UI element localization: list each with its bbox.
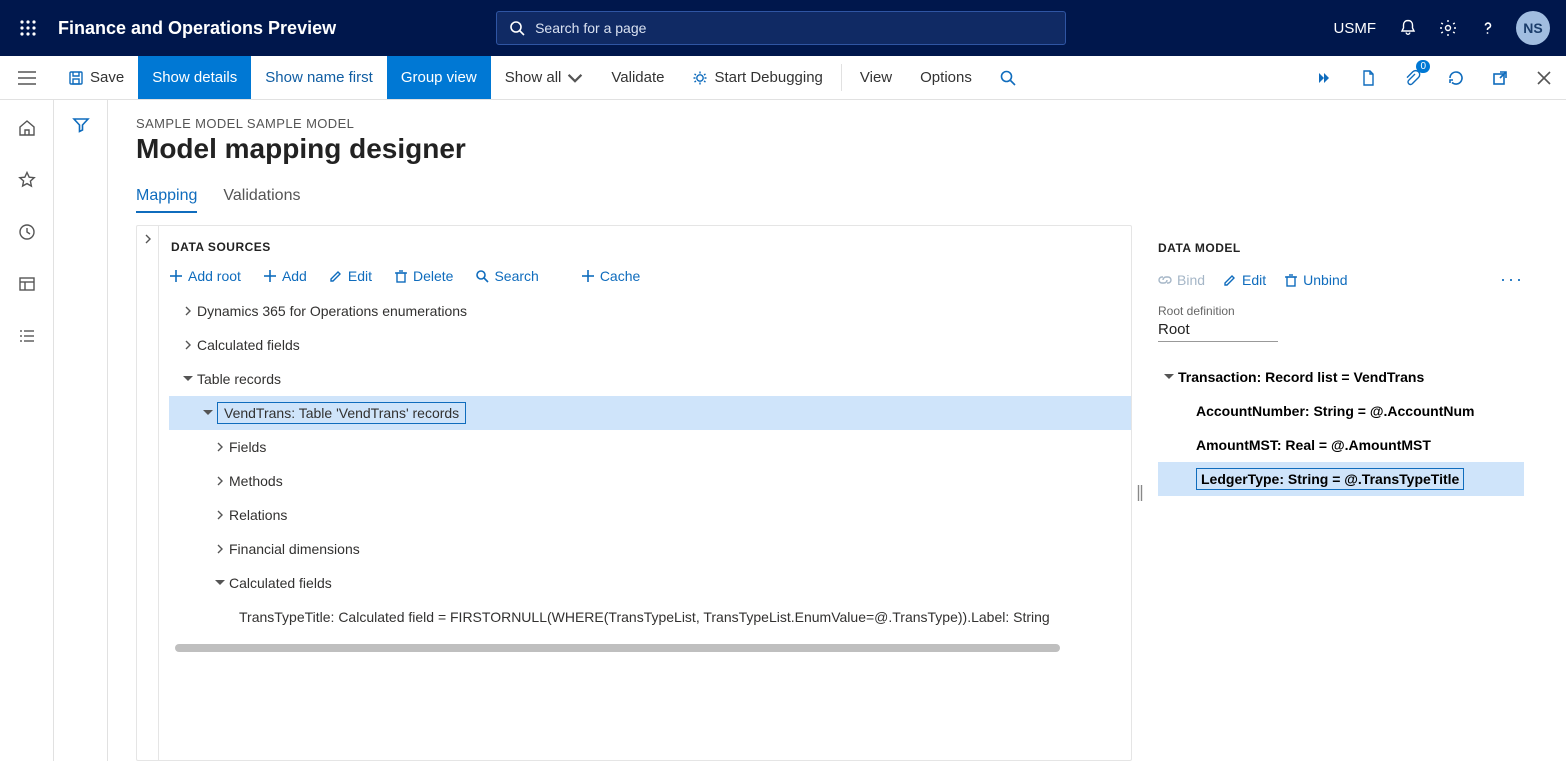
chevron-down-icon <box>179 375 197 383</box>
tree-node-vendtrans[interactable]: VendTrans: Table 'VendTrans' records <box>169 396 1131 430</box>
chevron-right-icon <box>211 442 229 452</box>
content-tabs: Mapping Validations <box>136 187 1542 213</box>
start-debugging-button[interactable]: Start Debugging <box>678 56 836 99</box>
dm-node-accountnumber[interactable]: AccountNumber: String = @.AccountNum <box>1158 394 1524 428</box>
chevron-down-icon <box>211 579 229 587</box>
group-view-button[interactable]: Group view <box>387 56 491 99</box>
more-actions-icon[interactable]: ··· <box>1500 269 1524 290</box>
cache-button[interactable]: Cache <box>581 268 640 284</box>
user-avatar[interactable]: NS <box>1516 11 1550 45</box>
edit-button[interactable]: Edit <box>329 268 372 284</box>
tree-node-methods[interactable]: Methods <box>169 464 1131 498</box>
tree-node-calc-fields-child[interactable]: Calculated fields <box>169 566 1131 600</box>
horizontal-scrollbar[interactable] <box>175 644 1060 652</box>
data-source-types-collapsed-handle[interactable] <box>137 226 159 760</box>
add-root-button[interactable]: Add root <box>169 268 241 284</box>
find-icon[interactable] <box>986 56 1030 99</box>
tree-node-fin-dim[interactable]: Financial dimensions <box>169 532 1131 566</box>
app-launcher-icon[interactable] <box>8 8 48 48</box>
home-icon[interactable] <box>15 116 39 140</box>
validate-button[interactable]: Validate <box>597 56 678 99</box>
data-model-panel: DATA MODEL Bind Edit Unbind ··· Root def… <box>1148 225 1542 761</box>
tree-node-fields[interactable]: Fields <box>169 430 1131 464</box>
search-placeholder: Search for a page <box>535 20 646 36</box>
chevron-down-icon <box>199 409 217 417</box>
unbind-button[interactable]: Unbind <box>1284 272 1347 288</box>
dm-node-amountmst[interactable]: AmountMST: Real = @.AmountMST <box>1158 428 1524 462</box>
page-options-icon[interactable] <box>1346 56 1390 99</box>
search-icon <box>509 20 525 36</box>
popout-icon[interactable] <box>1478 56 1522 99</box>
chevron-down-icon <box>1160 373 1178 381</box>
legal-entity[interactable]: USMF <box>1334 20 1377 37</box>
tab-validations[interactable]: Validations <box>223 187 300 213</box>
close-icon[interactable] <box>1522 56 1566 99</box>
filter-pane <box>54 100 108 761</box>
show-all-dropdown[interactable]: Show all <box>491 56 598 99</box>
refresh-icon[interactable] <box>1434 56 1478 99</box>
splitter-handle[interactable] <box>1132 225 1148 761</box>
tree-node-transtypetitle[interactable]: TransTypeTitle: Calculated field = FIRST… <box>169 600 1131 634</box>
search-button[interactable]: Search <box>475 268 538 284</box>
settings-gear-icon[interactable] <box>1436 16 1460 40</box>
chevron-right-icon <box>211 544 229 554</box>
personalize-icon[interactable] <box>1302 56 1346 99</box>
command-bar: Save Show details Show name first Group … <box>0 56 1566 100</box>
page-title: Model mapping designer <box>136 133 1542 165</box>
data-sources-panel: DATA SOURCES Add root Add Edit Delete Se… <box>136 225 1132 761</box>
attachments-badge: 0 <box>1416 60 1430 73</box>
chevron-right-icon <box>179 306 197 316</box>
root-definition-value[interactable]: Root <box>1158 318 1278 342</box>
tree-node-table-records[interactable]: Table records <box>169 362 1131 396</box>
app-title: Finance and Operations Preview <box>58 18 336 39</box>
bind-button: Bind <box>1158 272 1205 288</box>
data-sources-tree: Dynamics 365 for Operations enumerations… <box>169 294 1131 634</box>
data-model-header: DATA MODEL <box>1158 241 1524 255</box>
dm-node-ledgertype[interactable]: LedgerType: String = @.TransTypeTitle <box>1158 462 1524 496</box>
delete-button[interactable]: Delete <box>394 268 453 284</box>
filter-icon[interactable] <box>72 116 90 761</box>
tab-mapping[interactable]: Mapping <box>136 187 197 213</box>
title-bar: Finance and Operations Preview Search fo… <box>0 0 1566 56</box>
show-name-first-button[interactable]: Show name first <box>251 56 387 99</box>
attachments-icon[interactable]: 0 <box>1390 56 1434 99</box>
data-sources-header: DATA SOURCES <box>169 240 1131 254</box>
tree-node-calc-fields-root[interactable]: Calculated fields <box>169 328 1131 362</box>
chevron-right-icon <box>211 476 229 486</box>
show-details-button[interactable]: Show details <box>138 56 251 99</box>
view-menu[interactable]: View <box>846 56 906 99</box>
dm-node-transaction[interactable]: Transaction: Record list = VendTrans <box>1158 360 1524 394</box>
root-definition-label: Root definition <box>1158 304 1524 318</box>
save-button[interactable]: Save <box>54 56 138 99</box>
options-menu[interactable]: Options <box>906 56 986 99</box>
help-icon[interactable] <box>1476 16 1500 40</box>
recent-icon[interactable] <box>15 220 39 244</box>
breadcrumb: SAMPLE MODEL SAMPLE MODEL <box>136 116 1542 131</box>
nav-toggle-icon[interactable] <box>0 56 54 99</box>
tree-node-enumerations[interactable]: Dynamics 365 for Operations enumerations <box>169 294 1131 328</box>
workspaces-icon[interactable] <box>15 272 39 296</box>
dm-edit-button[interactable]: Edit <box>1223 272 1266 288</box>
favorites-icon[interactable] <box>15 168 39 192</box>
data-model-tree: Transaction: Record list = VendTrans Acc… <box>1158 360 1524 496</box>
title-right-group: USMF NS <box>1334 11 1559 45</box>
search-input[interactable]: Search for a page <box>496 11 1066 45</box>
chevron-right-icon <box>211 510 229 520</box>
chevron-right-icon <box>179 340 197 350</box>
add-button[interactable]: Add <box>263 268 307 284</box>
tree-node-relations[interactable]: Relations <box>169 498 1131 532</box>
nav-rail <box>0 100 54 761</box>
notifications-icon[interactable] <box>1396 16 1420 40</box>
modules-icon[interactable] <box>15 324 39 348</box>
